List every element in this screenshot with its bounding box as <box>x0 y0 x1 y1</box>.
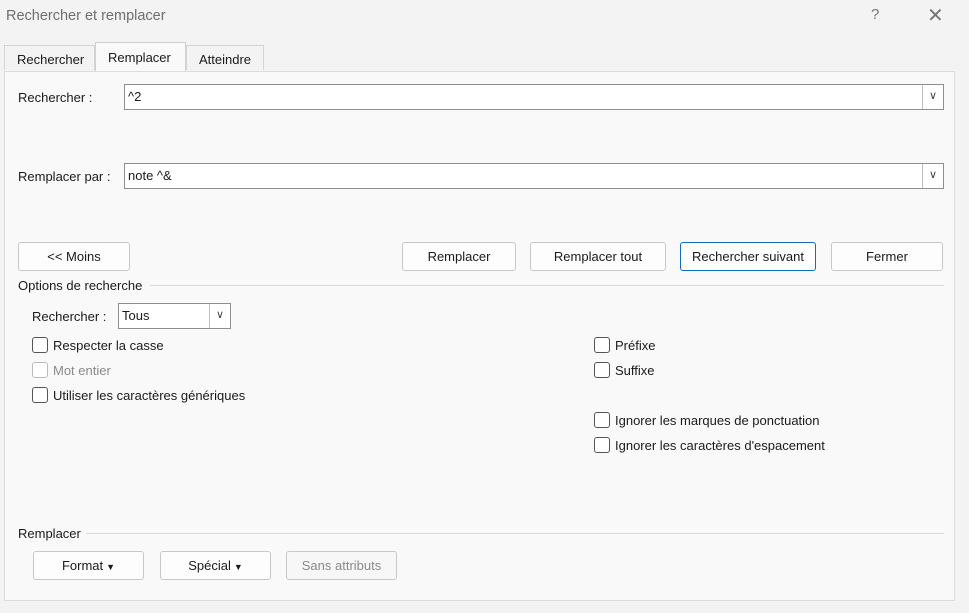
format-button[interactable]: Format ▼ <box>33 551 144 580</box>
direction-label: Rechercher : <box>32 309 107 324</box>
replace-input[interactable]: note ^& ∨ <box>124 163 944 189</box>
find-next-button[interactable]: Rechercher suivant <box>680 242 816 271</box>
suffix-label: Suffixe <box>615 363 655 378</box>
find-value: ^2 <box>128 89 142 104</box>
direction-select[interactable]: Tous ∨ <box>118 303 231 329</box>
chevron-down-icon[interactable]: ∨ <box>209 304 230 328</box>
window-bottom <box>0 601 969 613</box>
match-case-checkbox[interactable] <box>32 337 48 353</box>
tab-rechercher[interactable]: Rechercher <box>4 45 95 70</box>
search-options-title: Options de recherche <box>18 278 143 293</box>
less-button[interactable]: << Moins <box>18 242 130 271</box>
replace-all-button[interactable]: Remplacer tout <box>530 242 666 271</box>
no-formatting-button[interactable]: Sans attributs <box>286 551 397 580</box>
tab-label: Atteindre <box>199 52 252 67</box>
special-button[interactable]: Spécial ▼ <box>160 551 271 580</box>
close-button[interactable]: Fermer <box>831 242 943 271</box>
find-label: Rechercher : <box>18 90 93 105</box>
ignore-whitespace-checkbox[interactable] <box>594 437 610 453</box>
title-bar: Rechercher et remplacer ? ✕ <box>0 0 969 34</box>
close-icon[interactable]: ✕ <box>927 3 944 28</box>
find-input[interactable]: ^2 ∨ <box>124 84 944 110</box>
special-label: Spécial <box>188 558 231 573</box>
tab-panel <box>4 71 955 601</box>
direction-value: Tous <box>122 308 150 323</box>
ignore-whitespace-label: Ignorer les caractères d'espacement <box>615 438 825 453</box>
ignore-punctuation-checkbox[interactable] <box>594 412 610 428</box>
tab-atteindre[interactable]: Atteindre <box>186 45 264 70</box>
prefix-label: Préfixe <box>615 338 656 353</box>
caret-down-icon: ▼ <box>106 562 116 572</box>
divider <box>86 533 944 534</box>
whole-word-checkbox[interactable] <box>32 362 48 378</box>
ignore-punctuation-label: Ignorer les marques de ponctuation <box>615 413 820 428</box>
tab-remplacer[interactable]: Remplacer <box>95 42 186 71</box>
replace-label: Remplacer par : <box>18 169 111 184</box>
suffix-checkbox[interactable] <box>594 362 610 378</box>
chevron-down-icon[interactable]: ∨ <box>922 164 943 188</box>
whole-word-label: Mot entier <box>53 363 111 378</box>
match-case-label: Respecter la casse <box>53 338 164 353</box>
prefix-checkbox[interactable] <box>594 337 610 353</box>
replace-button[interactable]: Remplacer <box>402 242 516 271</box>
caret-down-icon: ▼ <box>233 562 243 572</box>
chevron-down-icon[interactable]: ∨ <box>922 85 943 109</box>
help-icon[interactable]: ? <box>871 6 879 23</box>
wildcards-label: Utiliser les caractères génériques <box>53 388 246 403</box>
replace-section-title: Remplacer <box>18 526 81 541</box>
window-title: Rechercher et remplacer <box>6 8 166 24</box>
replace-value: note ^& <box>128 168 172 183</box>
format-label: Format <box>61 558 104 573</box>
divider <box>150 285 944 286</box>
wildcards-checkbox[interactable] <box>32 387 48 403</box>
tab-label: Remplacer <box>108 50 171 65</box>
tab-label: Rechercher <box>17 52 85 67</box>
